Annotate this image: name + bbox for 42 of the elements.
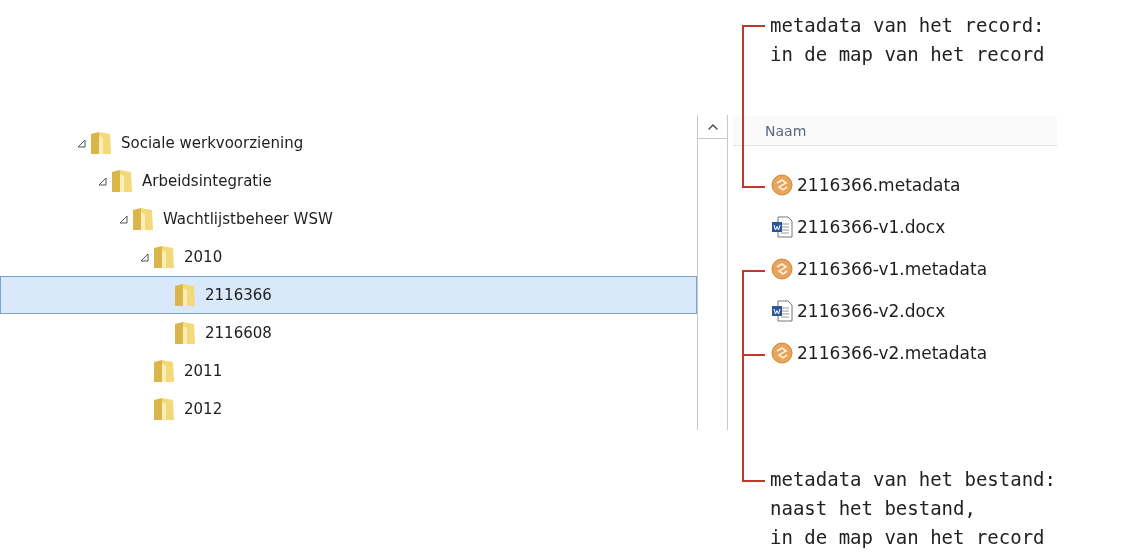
tree-item[interactable]: 2116608 — [0, 314, 697, 352]
expanded-triangle-icon[interactable] — [119, 214, 128, 224]
tree-item[interactable]: 2116366 — [0, 276, 697, 314]
folder-label: Sociale werkvoorziening — [121, 134, 304, 152]
folder-icon — [90, 130, 112, 156]
folder-label: Wachtlijstbeheer WSW — [163, 210, 333, 228]
folder-icon — [174, 282, 196, 308]
folder-icon — [153, 358, 175, 384]
file-name: 2116366-v1.docx — [797, 217, 946, 237]
disc-icon — [771, 174, 793, 196]
disc-icon — [771, 258, 793, 280]
folder-icon — [132, 206, 154, 232]
tree-item[interactable]: Arbeidsintegratie — [0, 162, 697, 200]
document-icon — [771, 216, 793, 238]
tree-item[interactable]: 2011 — [0, 352, 697, 390]
column-header[interactable]: Naam — [733, 116, 1057, 146]
folder-icon — [174, 320, 196, 346]
expanded-triangle-icon[interactable] — [140, 252, 149, 262]
annotation-text: metadata van het record: in de map van het record — [770, 13, 1046, 67]
folder-icon — [111, 168, 133, 194]
expanded-triangle-icon[interactable] — [77, 138, 86, 148]
tree-item[interactable]: Wachtlijstbeheer WSW — [0, 200, 697, 238]
disc-icon — [771, 342, 793, 364]
tree-item[interactable]: 2012 — [0, 390, 697, 428]
folder-icon — [153, 244, 175, 270]
folder-label: 2010 — [184, 248, 223, 266]
expanded-triangle-icon[interactable] — [98, 176, 107, 186]
tree-item[interactable]: 2010 — [0, 238, 697, 276]
folder-icon — [153, 396, 175, 422]
document-icon — [771, 300, 793, 322]
folder-label: 2011 — [184, 362, 223, 380]
annotation-text: metadata van het bestand: naast het bestand, in de map van het record — [770, 467, 1057, 550]
tree-item[interactable]: Sociale werkvoorziening — [0, 124, 697, 162]
file-name: 2116366-v1.metadata — [797, 259, 988, 279]
file-name: 2116366-v2.metadata — [797, 343, 988, 363]
folder-label: 2116608 — [205, 324, 272, 342]
folder-label: Arbeidsintegratie — [142, 172, 272, 190]
file-name: 2116366.metadata — [797, 175, 961, 195]
file-name: 2116366-v2.docx — [797, 301, 946, 321]
folder-label: 2116366 — [205, 286, 272, 304]
folder-label: 2012 — [184, 400, 223, 418]
scrollbar[interactable] — [697, 115, 728, 430]
